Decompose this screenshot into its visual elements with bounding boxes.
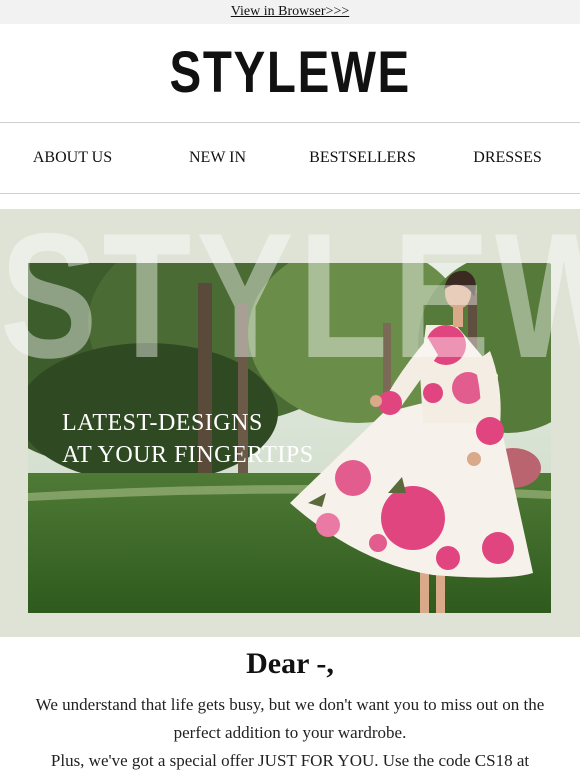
hero-banner[interactable]: STYLEWE [0,209,580,637]
header: STYLEWE [0,24,580,123]
hero-caption: LATEST-DESIGNS AT YOUR FINGERTIPS [62,407,314,471]
brand-logo[interactable]: STYLEWE [169,44,410,102]
message-body: We understand that life gets busy, but w… [0,691,580,775]
hero-caption-line-2: AT YOUR FINGERTIPS [62,442,314,468]
nav-item-about-us[interactable]: ABOUT US [0,149,145,167]
nav-item-dresses[interactable]: DRESSES [435,149,580,167]
top-bar: View in Browser>>> [0,0,580,24]
hero-caption-line-1: LATEST-DESIGNS [62,410,263,436]
message-paragraph-2: Plus, we've got a special offer JUST FOR… [50,751,530,770]
main-nav: ABOUT US NEW IN BESTSELLERS DRESSES [0,123,580,194]
greeting: Dear -, [246,647,334,680]
nav-item-new-in[interactable]: NEW IN [145,149,290,167]
view-in-browser-link[interactable]: View in Browser>>> [231,4,350,20]
nav-item-bestsellers[interactable]: BESTSELLERS [290,149,435,167]
message-paragraph-1: We understand that life gets busy, but w… [35,695,545,742]
